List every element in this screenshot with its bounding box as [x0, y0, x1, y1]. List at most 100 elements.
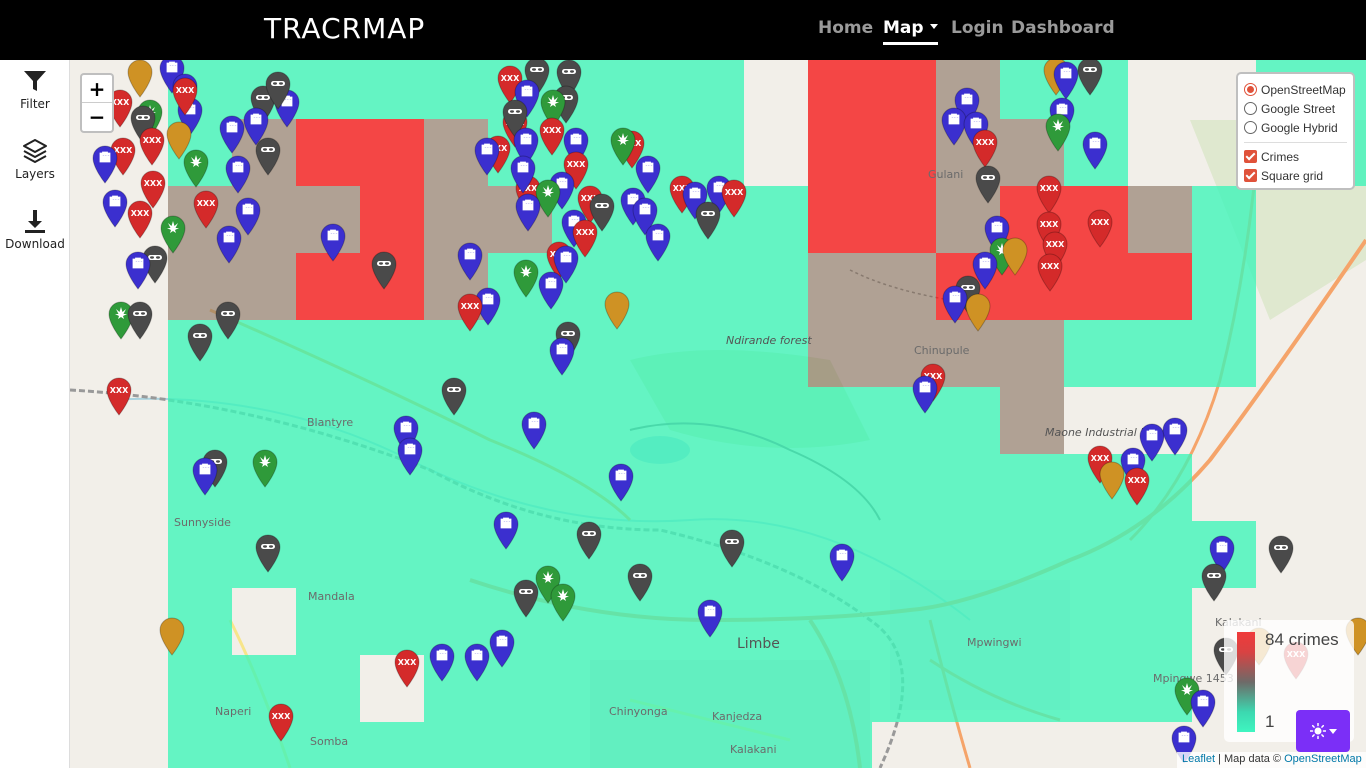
cannabis-leaf-icon[interactable] — [549, 582, 577, 622]
xxx-icon[interactable]: XXX — [456, 292, 484, 332]
svg-text:XXX: XXX — [461, 302, 480, 311]
cannabis-leaf-icon[interactable] — [182, 148, 210, 188]
cannabis-leaf-icon[interactable] — [1044, 112, 1072, 152]
fist-icon[interactable] — [607, 462, 635, 502]
overlay-crimes-label: Crimes — [1261, 149, 1299, 164]
orange-pin-icon[interactable] — [158, 616, 186, 656]
fist-icon[interactable] — [124, 250, 152, 290]
fist-icon[interactable] — [215, 224, 243, 264]
fist-icon[interactable] — [1081, 130, 1109, 170]
nav-dashboard[interactable]: Dashboard — [1011, 18, 1115, 38]
robber-mask-icon[interactable] — [974, 164, 1002, 204]
fist-icon[interactable] — [488, 628, 516, 668]
fist-icon[interactable] — [101, 188, 129, 228]
fist-icon[interactable] — [828, 542, 856, 582]
caret-down-icon — [1329, 729, 1337, 734]
layer-divider — [1244, 142, 1347, 143]
base-layer-google-street[interactable]: Google Street — [1244, 99, 1347, 118]
fist-icon[interactable] — [456, 241, 484, 281]
radio-icon[interactable] — [1244, 102, 1257, 115]
nav-login[interactable]: Login — [951, 18, 1004, 38]
xxx-icon[interactable]: XXX — [126, 199, 154, 239]
fist-icon[interactable] — [537, 270, 565, 310]
robber-mask-icon[interactable] — [1267, 534, 1295, 574]
fist-icon[interactable] — [514, 192, 542, 232]
nav-map-dropdown[interactable]: Map — [883, 18, 938, 45]
checkbox-checked-icon[interactable] — [1244, 150, 1257, 163]
fist-icon[interactable] — [463, 642, 491, 682]
radio-selected-icon[interactable] — [1244, 83, 1257, 96]
xxx-icon[interactable]: XXX — [393, 648, 421, 688]
sun-icon — [1310, 723, 1326, 739]
radio-icon[interactable] — [1244, 121, 1257, 134]
robber-mask-icon[interactable] — [186, 322, 214, 362]
xxx-icon[interactable]: XXX — [138, 126, 166, 166]
xxx-icon[interactable]: XXX — [105, 376, 133, 416]
brand-logo-text[interactable]: TRACRMAP — [264, 12, 425, 45]
base-layer-google-hybrid-label: Google Hybrid — [1261, 120, 1338, 135]
robber-mask-icon[interactable] — [1076, 60, 1104, 96]
xxx-icon[interactable]: XXX — [1036, 252, 1064, 292]
cannabis-leaf-icon[interactable] — [251, 448, 279, 488]
layers-button[interactable]: Layers — [0, 138, 70, 181]
xxx-icon[interactable]: XXX — [1086, 208, 1114, 248]
robber-mask-icon[interactable] — [1200, 562, 1228, 602]
orange-pin-icon[interactable] — [964, 292, 992, 332]
checkbox-checked-icon[interactable] — [1244, 169, 1257, 182]
cannabis-leaf-icon[interactable] — [609, 126, 637, 166]
download-button[interactable]: Download — [0, 208, 70, 251]
fist-icon[interactable] — [509, 154, 537, 194]
xxx-icon[interactable]: XXX — [1035, 174, 1063, 214]
robber-mask-icon[interactable] — [575, 520, 603, 560]
fist-icon[interactable] — [191, 456, 219, 496]
robber-mask-icon[interactable] — [126, 300, 154, 340]
robber-mask-icon[interactable] — [440, 376, 468, 416]
xxx-icon[interactable]: XXX — [192, 189, 220, 229]
fist-icon[interactable] — [520, 410, 548, 450]
robber-mask-icon[interactable] — [694, 200, 722, 240]
zoom-in-button[interactable]: + — [82, 75, 112, 103]
robber-mask-icon[interactable] — [370, 250, 398, 290]
filter-label: Filter — [20, 97, 50, 111]
leaflet-link[interactable]: Leaflet — [1182, 753, 1215, 765]
zoom-out-button[interactable]: − — [82, 103, 112, 131]
filter-button[interactable]: Filter — [0, 68, 70, 111]
fist-icon[interactable] — [492, 510, 520, 550]
fist-icon[interactable] — [696, 598, 724, 638]
navbar: TRACRMAP Home Map Login Dashboard — [0, 0, 1366, 60]
robber-mask-icon[interactable] — [254, 533, 282, 573]
overlay-crimes[interactable]: Crimes — [1244, 147, 1347, 166]
robber-mask-icon[interactable] — [264, 70, 292, 110]
base-layer-google-hybrid[interactable]: Google Hybrid — [1244, 118, 1347, 137]
fist-icon[interactable] — [644, 222, 672, 262]
fist-icon[interactable] — [428, 642, 456, 682]
osm-link[interactable]: OpenStreetMap — [1284, 753, 1362, 765]
fist-icon[interactable] — [91, 144, 119, 184]
svg-text:XXX: XXX — [1040, 220, 1059, 229]
robber-mask-icon[interactable] — [214, 300, 242, 340]
fist-icon[interactable] — [548, 336, 576, 376]
fist-icon[interactable] — [224, 154, 252, 194]
nav-home[interactable]: Home — [818, 18, 873, 38]
fist-icon[interactable] — [396, 436, 424, 476]
orange-pin-icon[interactable] — [1001, 236, 1029, 276]
cannabis-leaf-icon[interactable] — [512, 258, 540, 298]
fist-icon[interactable] — [1161, 416, 1189, 456]
xxx-icon[interactable]: XXX — [720, 178, 748, 218]
fist-icon[interactable] — [911, 374, 939, 414]
base-layer-osm[interactable]: OpenStreetMap — [1244, 80, 1347, 99]
xxx-icon[interactable]: XXX — [1123, 466, 1151, 506]
fist-icon[interactable] — [1189, 688, 1217, 728]
orange-pin-icon[interactable] — [603, 290, 631, 330]
theme-toggle-button[interactable] — [1296, 710, 1350, 752]
xxx-icon[interactable]: XXX — [171, 76, 199, 116]
robber-mask-icon[interactable] — [254, 136, 282, 176]
robber-mask-icon[interactable] — [718, 528, 746, 568]
xxx-icon[interactable]: XXX — [267, 702, 295, 742]
fist-icon[interactable] — [319, 222, 347, 262]
overlay-square-grid[interactable]: Square grid — [1244, 166, 1347, 185]
map-view[interactable]: Limbe Ndirande forest Mpwingwi Kanjedza … — [70, 60, 1366, 768]
xxx-icon[interactable]: XXX — [971, 128, 999, 168]
fist-icon[interactable] — [473, 136, 501, 176]
robber-mask-icon[interactable] — [626, 562, 654, 602]
